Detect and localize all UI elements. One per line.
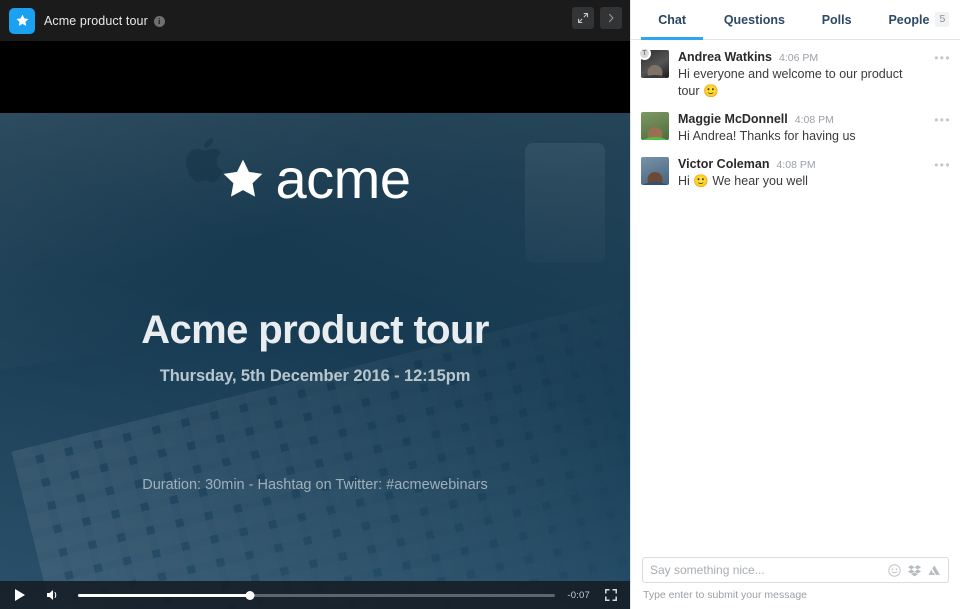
chat-message: T Andrea Watkins 4:06 PM Hi everyone and… bbox=[631, 47, 960, 109]
message-time: 4:06 PM bbox=[779, 52, 819, 64]
message-header: Maggie McDonnell 4:08 PM bbox=[678, 112, 924, 126]
avatar[interactable] bbox=[641, 111, 669, 140]
slide-title: Acme product tour bbox=[141, 308, 489, 352]
acme-logo-text: acme bbox=[275, 147, 411, 210]
google-drive-icon[interactable] bbox=[928, 564, 941, 577]
message-body: Andrea Watkins 4:06 PM Hi everyone and w… bbox=[678, 50, 950, 100]
time-remaining: -0:07 bbox=[567, 589, 590, 601]
avatar[interactable] bbox=[641, 156, 669, 185]
avatar-wrap: T bbox=[638, 47, 669, 100]
chevron-right-icon[interactable] bbox=[600, 7, 622, 29]
chat-message: Maggie McDonnell 4:08 PM Hi Andrea! Than… bbox=[631, 109, 960, 154]
chat-message: Victor Coleman 4:08 PM Hi 🙂 We hear you … bbox=[631, 154, 960, 199]
message-author: Victor Coleman bbox=[678, 156, 770, 171]
player-controls: -0:07 bbox=[0, 581, 630, 609]
chat-message-list[interactable]: T Andrea Watkins 4:06 PM Hi everyone and… bbox=[631, 40, 960, 548]
tab-people-label: People bbox=[888, 12, 930, 27]
tab-people[interactable]: People 5 bbox=[878, 0, 960, 39]
avatar-wrap bbox=[641, 111, 669, 145]
message-time: 4:08 PM bbox=[794, 113, 834, 126]
presentation-slide: acme Acme product tour Thursday, 5th Dec… bbox=[0, 113, 630, 609]
webinar-app: Acme product tour i acme Acme product to… bbox=[0, 0, 960, 609]
more-options-icon[interactable]: ••• bbox=[934, 114, 951, 126]
message-body: Maggie McDonnell 4:08 PM Hi Andrea! Than… bbox=[678, 112, 950, 145]
presenter-badge: T bbox=[638, 47, 651, 60]
message-author: Maggie McDonnell bbox=[678, 111, 788, 126]
message-author: Andrea Watkins bbox=[678, 50, 773, 64]
chat-tabs: Chat Questions Polls People 5 bbox=[631, 0, 960, 40]
message-time: 4:08 PM bbox=[776, 158, 816, 171]
dropbox-icon[interactable] bbox=[908, 564, 921, 577]
message-text: Hi Andrea! Thanks for having us bbox=[678, 128, 856, 143]
slide-subtitle: Thursday, 5th December 2016 - 12:15pm bbox=[159, 367, 471, 385]
info-icon[interactable]: i bbox=[153, 15, 165, 27]
composer-icons bbox=[888, 563, 941, 577]
video-stage-column: Acme product tour i acme Acme product to… bbox=[0, 0, 630, 609]
progress-handle[interactable] bbox=[245, 590, 255, 600]
message-body: Victor Coleman 4:08 PM Hi 🙂 We hear you … bbox=[678, 157, 950, 190]
message-header: Andrea Watkins 4:06 PM bbox=[678, 50, 924, 64]
star-icon bbox=[223, 159, 262, 197]
tab-chat-label: Chat bbox=[658, 12, 687, 27]
more-options-icon[interactable]: ••• bbox=[934, 52, 951, 64]
message-input[interactable] bbox=[650, 563, 888, 577]
emoji-icon[interactable] bbox=[888, 563, 901, 577]
more-options-icon[interactable]: ••• bbox=[934, 159, 951, 171]
slide-content: acme Acme product tour Thursday, 5th Dec… bbox=[0, 113, 630, 609]
message-text: Hi 🙂 We hear you well bbox=[678, 173, 808, 188]
tab-polls[interactable]: Polls bbox=[796, 0, 878, 39]
play-icon[interactable] bbox=[12, 589, 28, 601]
tab-questions-label: Questions bbox=[723, 12, 785, 27]
tab-polls-label: Polls bbox=[821, 12, 852, 27]
video-player[interactable]: acme Acme product tour Thursday, 5th Dec… bbox=[0, 41, 630, 609]
chat-panel: Chat Questions Polls People 5 T Andrea W… bbox=[630, 0, 960, 609]
window-title: Acme product tour i bbox=[44, 14, 165, 28]
acme-logo: acme bbox=[220, 151, 411, 207]
message-text: Hi everyone and welcome to our product t… bbox=[678, 67, 903, 98]
people-count-badge: 5 bbox=[935, 12, 950, 27]
composer-hint: Type enter to submit your message bbox=[643, 589, 807, 601]
letterbox-band bbox=[0, 41, 630, 113]
fullscreen-icon[interactable] bbox=[604, 589, 618, 601]
chat-composer: Type enter to submit your message bbox=[631, 548, 960, 609]
tab-chat[interactable]: Chat bbox=[631, 0, 713, 40]
slide-footer: Duration: 30min - Hashtag on Twitter: #a… bbox=[142, 477, 488, 493]
avatar-wrap bbox=[641, 156, 669, 190]
titlebar-actions bbox=[572, 7, 622, 29]
progress-fill bbox=[78, 593, 250, 597]
message-header: Victor Coleman 4:08 PM bbox=[678, 157, 924, 171]
window-title-label: Acme product tour bbox=[44, 13, 148, 28]
star-icon bbox=[9, 7, 35, 34]
window-title-bar: Acme product tour i bbox=[0, 0, 630, 41]
composer-box[interactable] bbox=[642, 557, 949, 583]
progress-bar[interactable] bbox=[78, 589, 556, 601]
expand-icon[interactable] bbox=[572, 7, 594, 29]
volume-icon[interactable] bbox=[45, 589, 63, 601]
tab-questions[interactable]: Questions bbox=[713, 0, 795, 39]
